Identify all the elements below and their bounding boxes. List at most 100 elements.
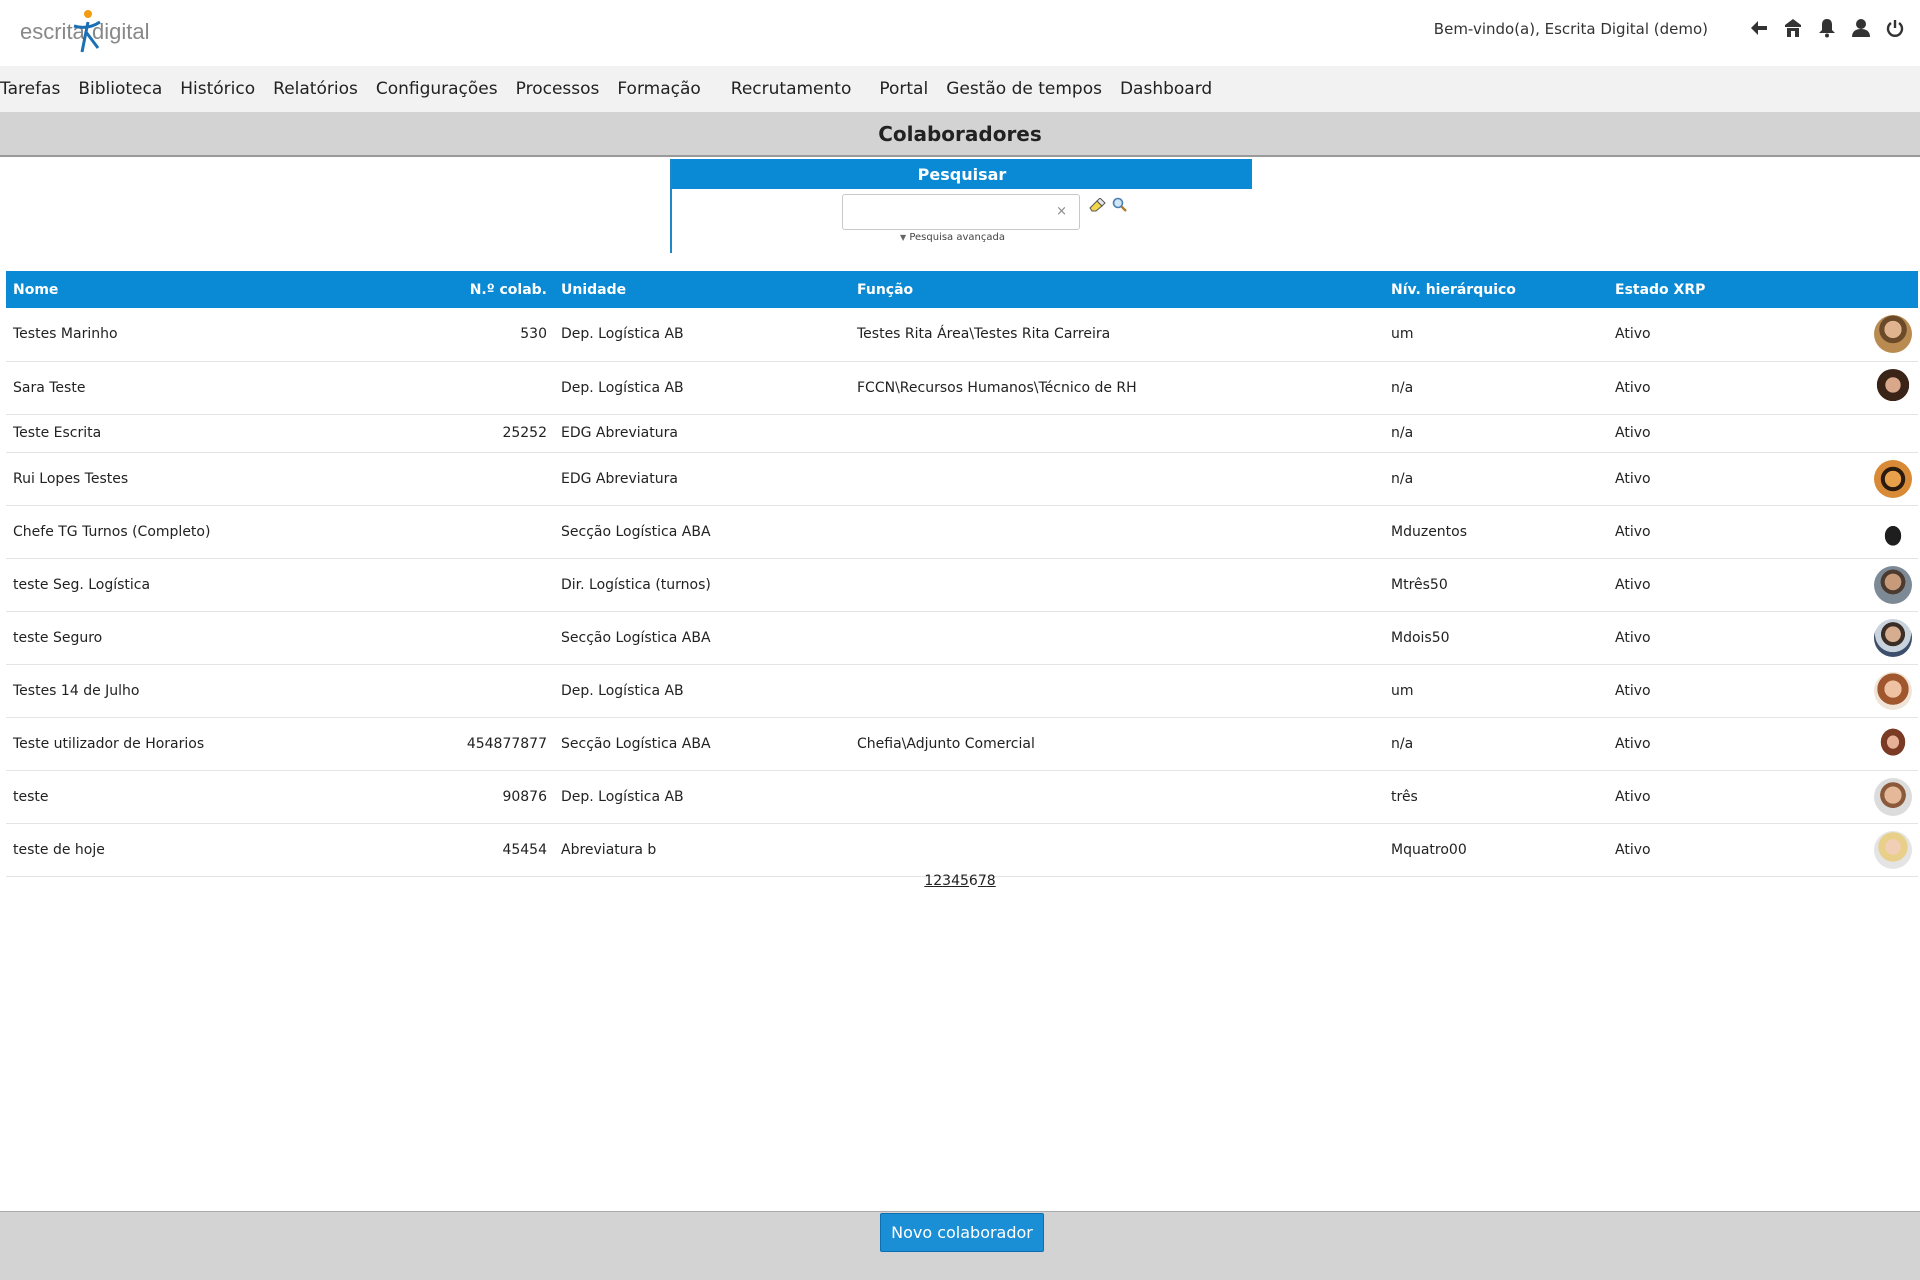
table-row[interactable]: teste Seg. Logística Dir. Logística (tur… — [6, 558, 1918, 612]
cell-nome[interactable]: teste Seg. Logística — [6, 558, 444, 612]
page-link-4[interactable]: 4 — [951, 873, 960, 889]
cell-estado: Ativo — [1608, 770, 1808, 824]
page-title: Colaboradores — [878, 121, 1042, 146]
table-row[interactable]: Rui Lopes Testes EDG Abreviatura n/a Ati… — [6, 452, 1918, 506]
page-title-bar: Colaboradores — [0, 112, 1920, 157]
page-link-5[interactable]: 5 — [960, 873, 969, 889]
column-header-estado[interactable]: Estado XRP — [1608, 271, 1808, 308]
table-row[interactable]: Sara Teste Dep. Logística AB FCCN\Recurs… — [6, 361, 1918, 415]
column-header-unidade[interactable]: Unidade — [554, 271, 850, 308]
cell-estado: Ativo — [1608, 452, 1808, 506]
nav-item-relatorios[interactable]: Relatórios — [273, 79, 358, 99]
avatar[interactable] — [1874, 671, 1912, 710]
user-icon[interactable] — [1850, 16, 1872, 40]
nav-item-recrutamento[interactable]: Recrutamento — [731, 79, 852, 99]
page-link-1[interactable]: 1 — [924, 873, 933, 889]
page-link-8[interactable]: 8 — [987, 873, 996, 889]
column-header-funcao[interactable]: Função — [850, 271, 1384, 308]
avatar[interactable] — [1874, 512, 1912, 551]
table-row[interactable]: teste 90876 Dep. Logística AB três Ativo — [6, 770, 1918, 824]
logo[interactable]: escrita digital — [20, 8, 170, 54]
column-header-nome[interactable]: Nome — [6, 271, 444, 308]
bell-icon[interactable] — [1816, 16, 1838, 40]
cell-estado: Ativo — [1608, 611, 1808, 665]
cell-unidade: Dep. Logística AB — [554, 361, 850, 415]
nav-item-portal[interactable]: Portal — [879, 79, 928, 99]
page-link-2[interactable]: 2 — [933, 873, 942, 889]
table-row[interactable]: Teste Escrita 25252 EDG Abreviatura n/a … — [6, 414, 1918, 453]
avatar[interactable] — [1874, 777, 1912, 816]
avatar[interactable] — [1874, 724, 1912, 763]
page-link-3[interactable]: 3 — [942, 873, 951, 889]
cell-nivel: um — [1384, 664, 1608, 718]
welcome-text: Bem-vindo(a), Escrita Digital (demo) — [1433, 20, 1708, 38]
search-panel-title: Pesquisar — [672, 159, 1252, 189]
nav-item-configuracoes[interactable]: Configurações — [376, 79, 498, 99]
cell-nivel: n/a — [1384, 717, 1608, 771]
pagination: 12345678 — [0, 873, 1920, 889]
cell-nivel: n/a — [1384, 361, 1608, 415]
advanced-search-label: Pesquisa avançada — [909, 232, 1005, 243]
cell-estado: Ativo — [1608, 414, 1808, 453]
eraser-icon[interactable] — [1088, 197, 1106, 216]
table-row[interactable]: Teste utilizador de Horarios 454877877 S… — [6, 717, 1918, 771]
cell-nome[interactable]: Testes 14 de Julho — [6, 664, 444, 718]
table-row[interactable]: Testes Marinho 530 Dep. Logística AB Tes… — [6, 308, 1918, 362]
nav-item-processos[interactable]: Processos — [516, 79, 600, 99]
table-row[interactable]: Testes 14 de Julho Dep. Logística AB um … — [6, 664, 1918, 718]
cell-nivel: n/a — [1384, 414, 1608, 453]
home-icon[interactable] — [1782, 16, 1804, 40]
cell-funcao — [850, 414, 1384, 453]
cell-avatar — [1808, 664, 1918, 718]
cell-estado: Ativo — [1608, 308, 1808, 362]
cell-nome[interactable]: Teste utilizador de Horarios — [6, 717, 444, 771]
cell-nome[interactable]: Sara Teste — [6, 361, 444, 415]
cell-funcao: FCCN\Recursos Humanos\Técnico de RH — [850, 361, 1384, 415]
cell-estado: Ativo — [1608, 505, 1808, 559]
cell-nivel: três — [1384, 770, 1608, 824]
avatar[interactable] — [1874, 368, 1912, 407]
page-link-7[interactable]: 7 — [978, 873, 987, 889]
chevron-down-icon: ▼ — [900, 233, 907, 242]
nav-item-biblioteca[interactable]: Biblioteca — [78, 79, 162, 99]
column-header-num-colab[interactable]: N.º colab. — [444, 271, 554, 308]
nav-item-historico[interactable]: Histórico — [180, 79, 255, 99]
avatar[interactable] — [1874, 315, 1912, 354]
clear-search-icon[interactable]: × — [1056, 204, 1067, 219]
table-row[interactable]: teste Seguro Secção Logística ABA Mdois5… — [6, 611, 1918, 665]
search-input[interactable] — [843, 195, 1043, 229]
cell-avatar — [1808, 414, 1918, 453]
cell-num-colab — [444, 611, 554, 665]
cell-unidade: Dir. Logística (turnos) — [554, 558, 850, 612]
cell-avatar — [1808, 770, 1918, 824]
column-header-nivel[interactable]: Nív. hierárquico — [1384, 271, 1608, 308]
table-row[interactable]: teste de hoje 45454 Abreviatura b Mquatr… — [6, 823, 1918, 877]
table-row[interactable]: Chefe TG Turnos (Completo) Secção Logíst… — [6, 505, 1918, 559]
avatar[interactable] — [1874, 459, 1912, 498]
cell-num-colab — [444, 505, 554, 559]
nav-item-formacao[interactable]: Formação — [617, 79, 700, 99]
cell-nome[interactable]: Rui Lopes Testes — [6, 452, 444, 506]
advanced-search-link[interactable]: ▼ Pesquisa avançada — [900, 232, 1005, 243]
cell-funcao — [850, 664, 1384, 718]
avatar[interactable] — [1874, 830, 1912, 869]
magnifier-icon[interactable] — [1112, 197, 1128, 217]
cell-nome[interactable]: Testes Marinho — [6, 308, 444, 362]
new-collaborator-button[interactable]: Novo colaborador — [880, 1213, 1044, 1252]
cell-nome[interactable]: Teste Escrita — [6, 414, 444, 453]
avatar[interactable] — [1874, 618, 1912, 657]
cell-unidade: Secção Logística ABA — [554, 611, 850, 665]
cell-num-colab: 530 — [444, 308, 554, 362]
cell-nome[interactable]: Chefe TG Turnos (Completo) — [6, 505, 444, 559]
power-icon[interactable] — [1884, 16, 1906, 40]
nav-item-dashboard[interactable]: Dashboard — [1120, 79, 1212, 99]
back-arrow-icon[interactable] — [1748, 16, 1770, 40]
nav-item-gestao-de-tempos[interactable]: Gestão de tempos — [946, 79, 1102, 99]
cell-nome[interactable]: teste Seguro — [6, 611, 444, 665]
cell-nome[interactable]: teste — [6, 770, 444, 824]
cell-avatar — [1808, 452, 1918, 506]
avatar[interactable] — [1874, 565, 1912, 604]
cell-unidade: Dep. Logística AB — [554, 770, 850, 824]
cell-nome[interactable]: teste de hoje — [6, 823, 444, 877]
nav-item-tarefas[interactable]: Tarefas — [0, 79, 60, 99]
